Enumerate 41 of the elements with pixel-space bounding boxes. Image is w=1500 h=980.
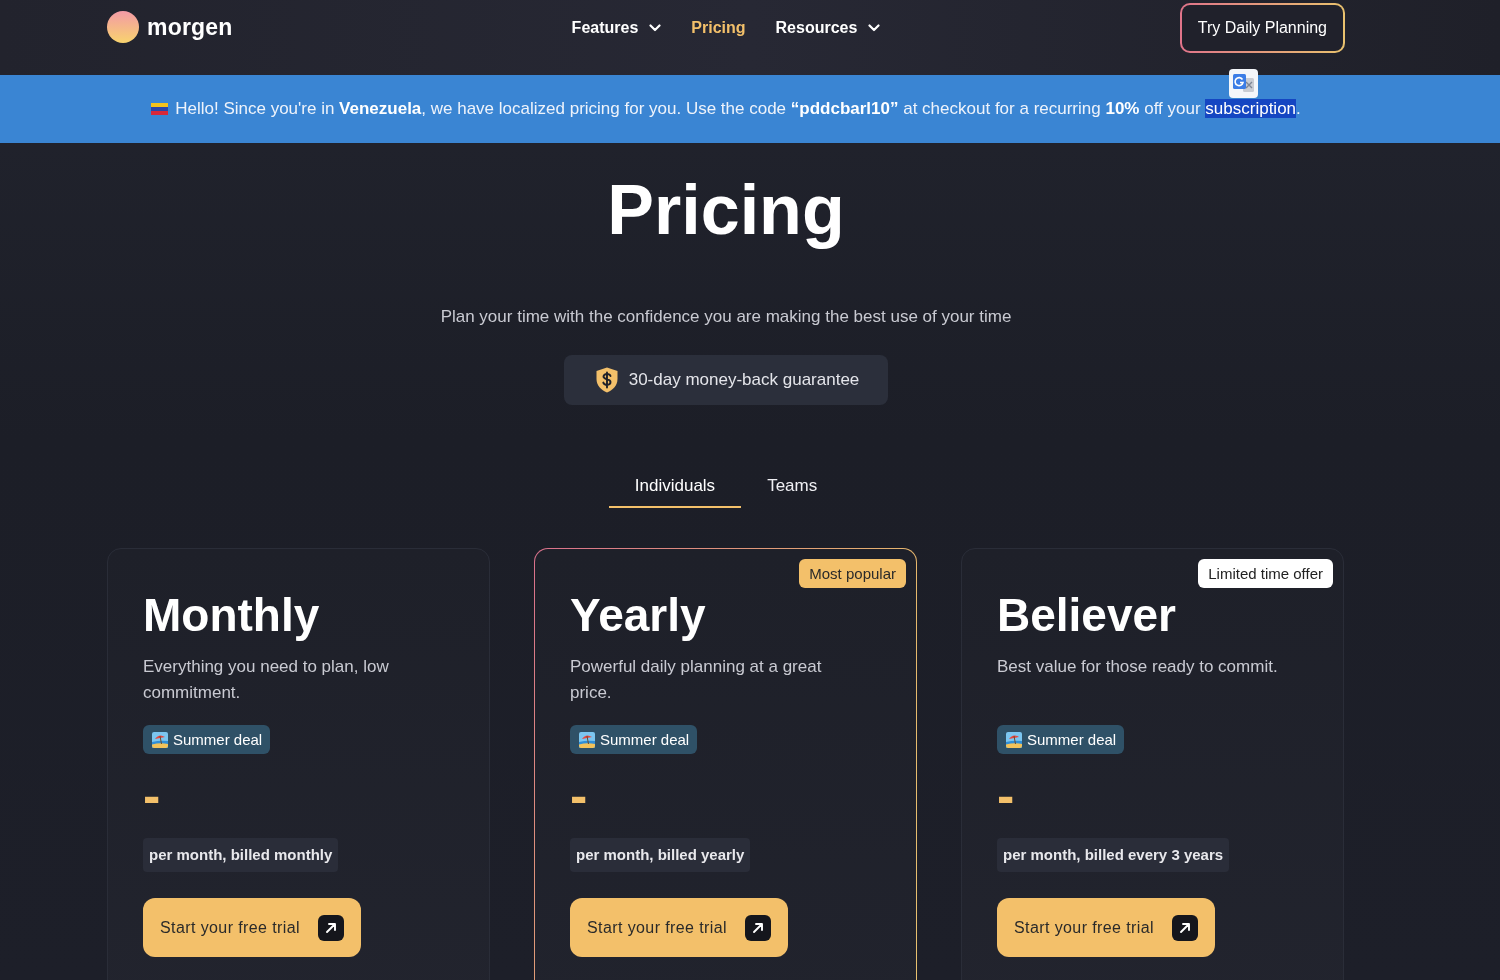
logo-icon	[107, 11, 139, 43]
translate-icon[interactable]	[1229, 69, 1258, 98]
plan-name: Believer	[997, 590, 1176, 641]
guarantee-text: 30-day money-back guarantee	[628, 370, 860, 390]
page-title: Pricing	[607, 170, 845, 251]
plan-description: Best value for those ready to commit.	[997, 656, 1278, 678]
plan-description: Everything you need to plan, low commitment.	[143, 656, 390, 704]
arrow-up-right-icon	[318, 914, 344, 941]
nav-link[interactable]: Resources	[775, 19, 881, 37]
page-subtitle: Plan your time with the confidence you are making the best use of your time	[440, 306, 1012, 328]
beach-umbrella-icon	[579, 731, 595, 748]
deal-label: Summer deal	[600, 731, 690, 748]
start-trial-button[interactable]: Start your free trial	[997, 898, 1215, 957]
logo-wordmark: morgen	[147, 13, 233, 41]
plan-badge: Most popular	[799, 559, 906, 588]
arrow-up-right-icon	[1172, 914, 1198, 941]
try-daily-planning-button[interactable]: Try Daily Planning	[1179, 3, 1345, 53]
nav-link[interactable]: Features	[571, 19, 662, 37]
plan-description: Powerful daily planning at a great price.	[570, 656, 823, 704]
nav-link[interactable]: Pricing	[691, 19, 746, 37]
arrow-up-right-icon	[745, 914, 771, 941]
beach-umbrella-icon	[1006, 731, 1022, 748]
plan-type-tab[interactable]: Individuals	[608, 474, 742, 508]
billing-note: per month, billed monthly	[143, 838, 339, 872]
plan-name: Monthly	[143, 590, 320, 641]
shield-dollar-icon	[595, 367, 618, 393]
deal-label: Summer deal	[173, 731, 263, 748]
plan-price: -	[143, 771, 161, 819]
plan-badge: Limited time offer	[1198, 559, 1333, 588]
start-trial-button[interactable]: Start your free trial	[570, 898, 788, 957]
start-trial-button[interactable]: Start your free trial	[143, 898, 361, 957]
promo-message: Hello! Since you're in Venezuela, we have localized pricing for you. Use the code “pddcbarl10” at checkout for a recurring 10% off your subscription.	[175, 99, 1301, 119]
plan-type-tab[interactable]: Teams	[741, 474, 844, 508]
plan-price: -	[997, 771, 1015, 819]
plan-price: -	[570, 771, 588, 819]
beach-umbrella-icon	[152, 731, 168, 748]
billing-note: per month, billed every 3 years	[997, 838, 1230, 872]
flag-icon	[151, 103, 169, 115]
plan-name: Yearly	[570, 590, 706, 641]
deal-label: Summer deal	[1027, 731, 1117, 748]
billing-note: per month, billed yearly	[570, 838, 751, 872]
